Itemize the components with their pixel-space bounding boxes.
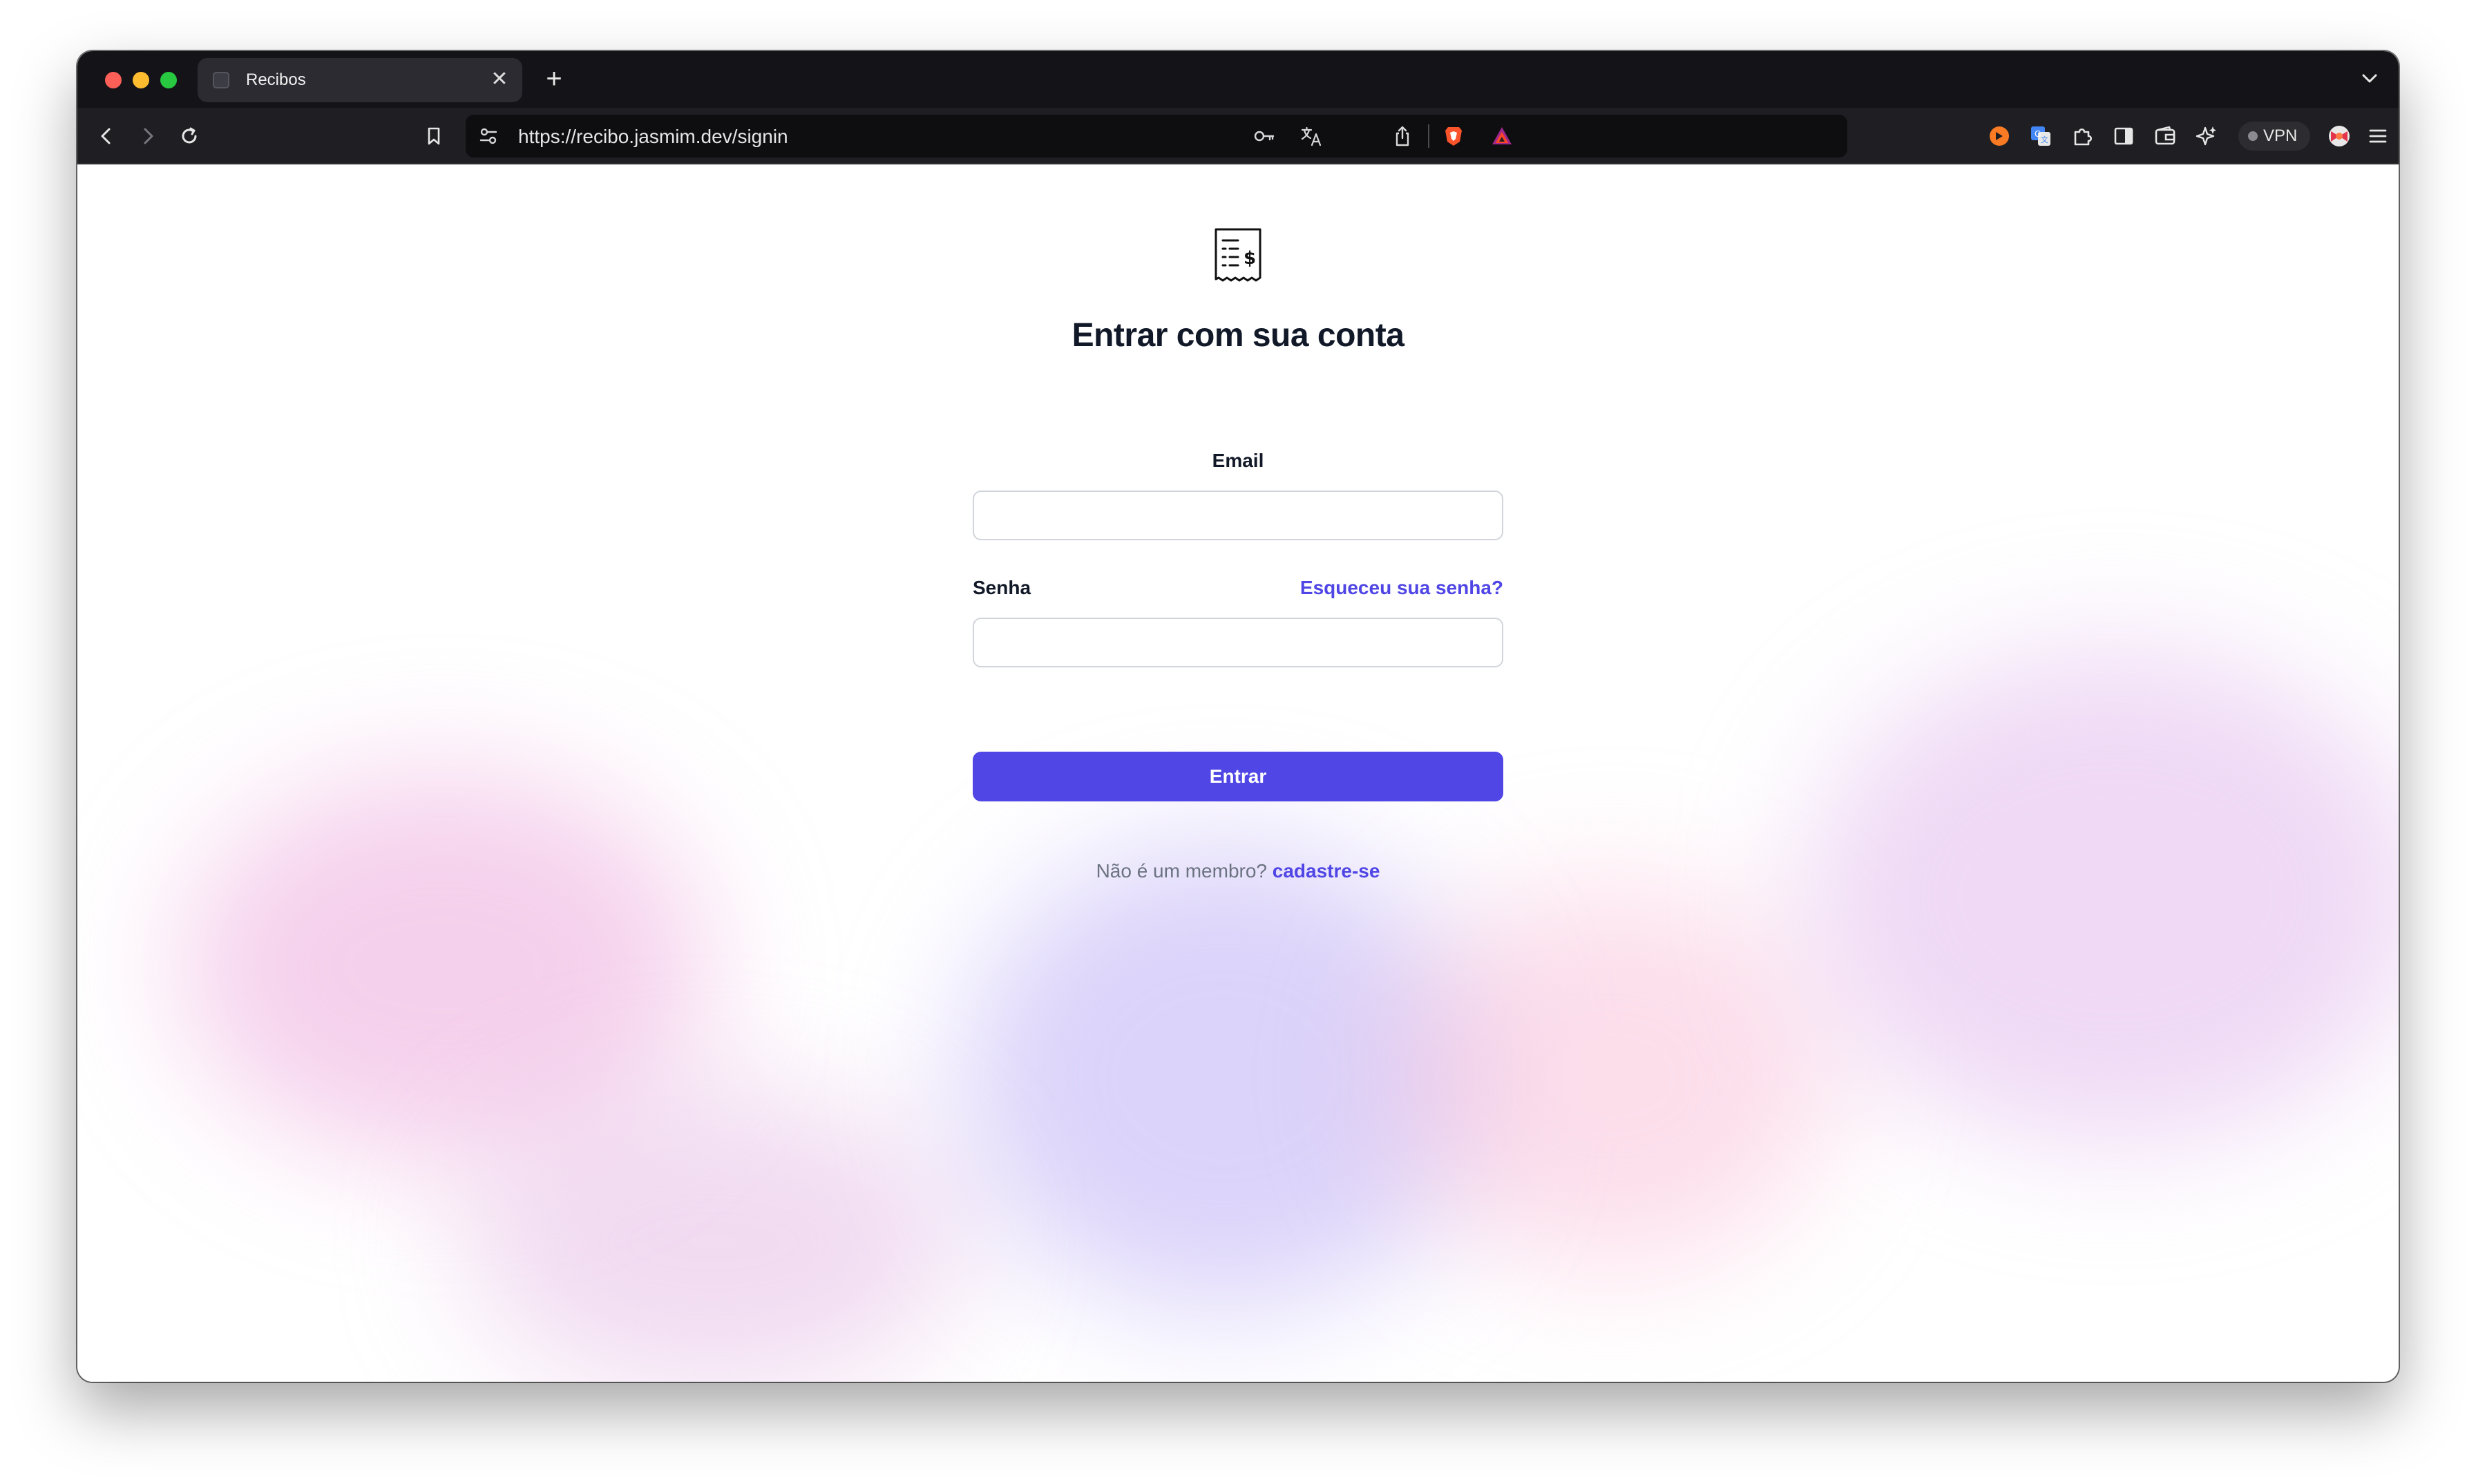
email-label: Email: [1212, 450, 1264, 471]
brave-shields-icon[interactable]: [1441, 124, 1466, 149]
password-label: Senha: [973, 577, 1031, 598]
sidebar-icon[interactable]: [2108, 121, 2139, 151]
url-text[interactable]: https://recibo.jasmim.dev/signin: [518, 126, 788, 148]
forgot-password-link[interactable]: Esqueceu sua senha?: [1300, 576, 1503, 600]
email-field[interactable]: [973, 491, 1503, 540]
signup-link[interactable]: cadastre-se: [1273, 860, 1380, 882]
page-favicon-icon: [213, 72, 229, 88]
svg-text:$: $: [1244, 248, 1256, 269]
browser-window: Recibos ✕ + https://recibo.jasmim.dev/si…: [77, 51, 2399, 1382]
share-icon[interactable]: [1390, 124, 1415, 149]
sign-in-button[interactable]: Entrar: [973, 752, 1503, 801]
key-icon[interactable]: [1252, 124, 1277, 149]
svg-text:文: 文: [2041, 135, 2048, 144]
close-window-button[interactable]: [105, 72, 122, 88]
wallet-icon[interactable]: [2150, 121, 2180, 151]
password-field[interactable]: [973, 618, 1503, 667]
profile-avatar-icon[interactable]: [2324, 121, 2354, 151]
tab-recibos[interactable]: Recibos ✕: [198, 58, 522, 102]
tab-strip: Recibos ✕ +: [77, 51, 2399, 108]
tab-title: Recibos: [246, 70, 306, 89]
background-glow: [1804, 648, 2399, 1145]
vpn-status-icon: [2248, 131, 2258, 141]
brave-wallet-orange-icon[interactable]: [1984, 121, 2015, 151]
bookmark-icon[interactable]: [419, 121, 449, 151]
svg-text:G: G: [2035, 129, 2041, 139]
background-glow: [1390, 883, 1832, 1270]
vpn-button[interactable]: VPN: [2238, 122, 2310, 151]
background-glow: [464, 1090, 962, 1382]
chevron-down-icon[interactable]: [2357, 66, 2382, 91]
new-tab-button[interactable]: +: [539, 64, 569, 94]
translate-icon[interactable]: [1299, 124, 1324, 149]
leo-ai-icon[interactable]: [2191, 121, 2222, 151]
address-bar[interactable]: https://recibo.jasmim.dev/signin: [466, 115, 1847, 158]
brave-rewards-icon[interactable]: [1489, 124, 1514, 149]
signup-prompt: Não é um membro? cadastre-se: [893, 859, 1583, 883]
extensions-icon[interactable]: [2067, 121, 2097, 151]
browser-toolbar: https://recibo.jasmim.dev/signin G文 VPN: [77, 108, 2399, 164]
urlbar-divider: [1428, 124, 1429, 148]
signup-prompt-text: Não é um membro?: [1096, 860, 1267, 882]
back-icon[interactable]: [91, 121, 122, 151]
google-translate-icon[interactable]: G文: [2026, 121, 2056, 151]
forward-icon[interactable]: [133, 121, 163, 151]
maximize-window-button[interactable]: [160, 72, 177, 88]
menu-icon[interactable]: [2363, 121, 2393, 151]
vpn-label: VPN: [2263, 126, 2298, 145]
close-tab-icon[interactable]: ✕: [488, 68, 511, 91]
page-title: Entrar com sua conta: [1072, 317, 1404, 354]
receipt-logo-icon: $: [1213, 227, 1263, 285]
reload-icon[interactable]: [174, 121, 204, 151]
page-content: $ Entrar com sua conta Email Senha Esque…: [77, 164, 2399, 1382]
minimize-window-button[interactable]: [133, 72, 149, 88]
site-settings-icon[interactable]: [477, 124, 500, 148]
